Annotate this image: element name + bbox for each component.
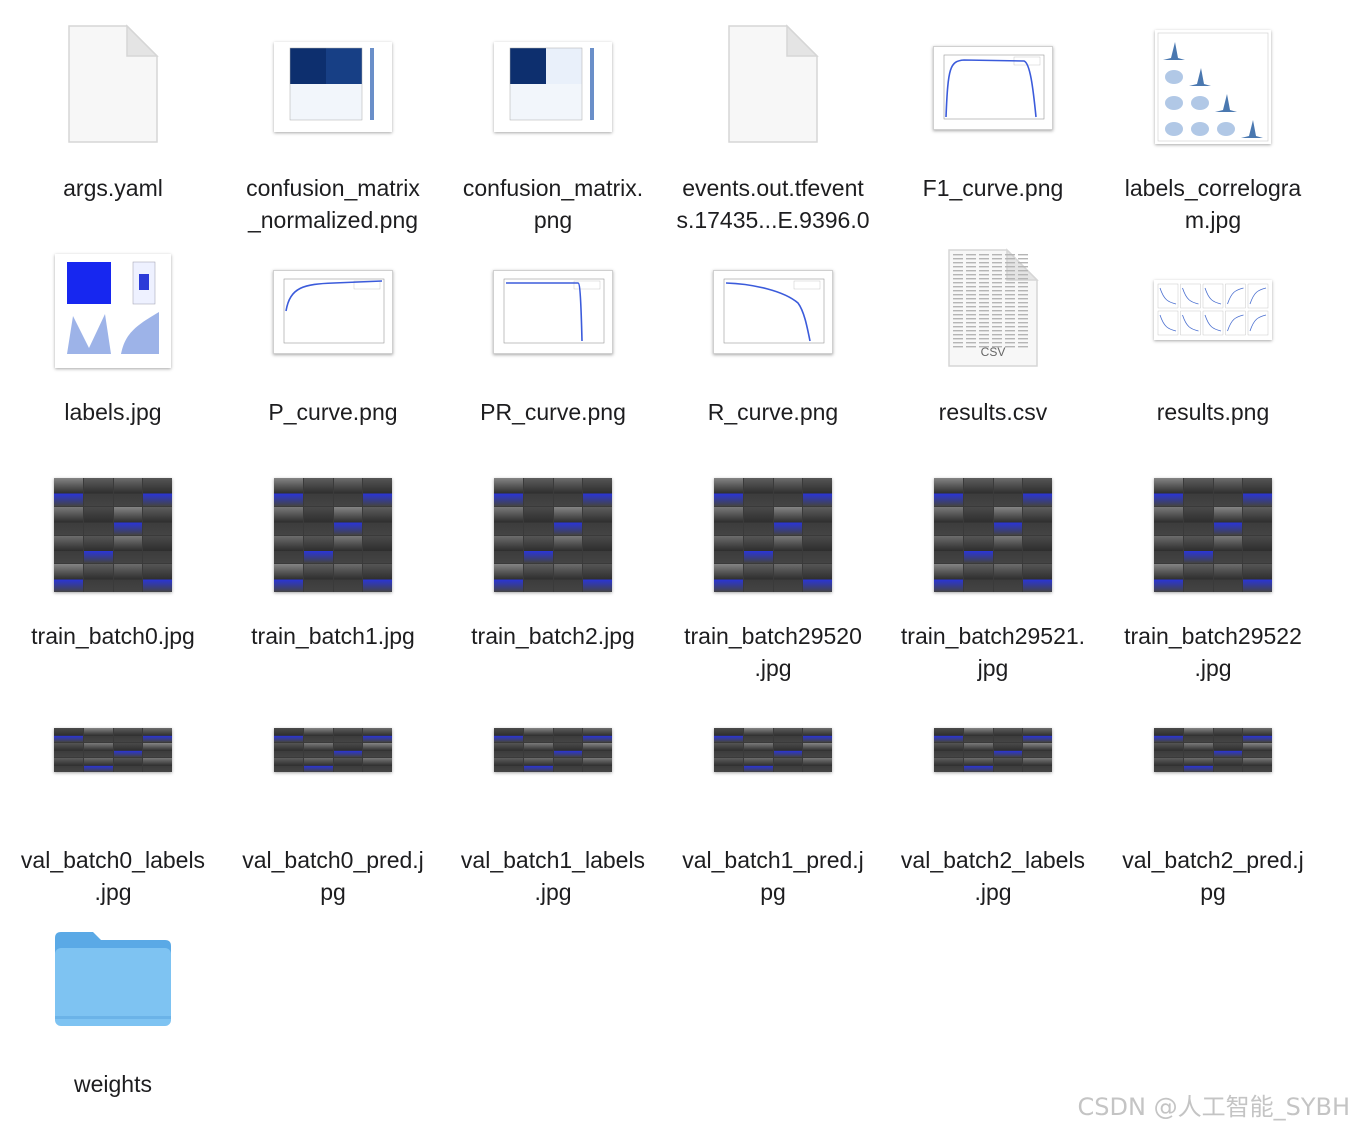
file-name-label: val_batch0_labels .jpg [20,847,206,905]
file-item[interactable]: R_curve.png [663,234,883,458]
train-batch-thumbnail [274,478,392,592]
file-item[interactable]: results.png [1103,234,1323,458]
train-batch-thumbnail [714,478,832,592]
correlogram-thumbnail [1155,30,1271,144]
file-name-label: args.yaml [63,175,163,201]
curve-plot-thumbnail [933,46,1053,130]
file-item[interactable]: val_batch0_labels .jpg [3,682,223,906]
file-name-label: PR_curve.png [480,399,626,425]
file-name-label: F1_curve.png [922,175,1064,201]
file-item[interactable]: CSV results.csv [883,234,1103,458]
file-item[interactable]: train_batch2.jpg [443,458,663,682]
folder-icon [55,932,171,1026]
file-item[interactable]: PR_curve.png [443,234,663,458]
train-batch-thumbnail [934,478,1052,592]
file-item[interactable]: val_batch1_labels .jpg [443,682,663,906]
file-item[interactable]: confusion_matrix. png [443,10,663,234]
file-name-label: results.png [1156,399,1270,425]
file-name-label: val_batch0_pred.j pg [242,847,424,905]
curve-plot-thumbnail [273,270,393,354]
file-name-label: train_batch0.jpg [31,623,195,649]
file-item[interactable]: P_curve.png [223,234,443,458]
val-batch-thumbnail [714,728,832,772]
results-plot-thumbnail [1154,280,1272,340]
train-batch-thumbnail [54,478,172,592]
file-item[interactable]: train_batch1.jpg [223,458,443,682]
file-name-label: train_batch1.jpg [251,623,415,649]
file-item[interactable]: val_batch0_pred.j pg [223,682,443,906]
document-icon [68,24,159,143]
file-name-label: val_batch1_pred.j pg [682,847,864,905]
file-item[interactable]: train_batch29522 .jpg [1103,458,1323,682]
file-name-label: P_curve.png [268,399,398,425]
file-item[interactable]: val_batch2_labels .jpg [883,682,1103,906]
file-name-label: confusion_matrix _normalized.png [246,175,420,233]
file-item[interactable]: train_batch29520 .jpg [663,458,883,682]
train-batch-thumbnail [494,478,612,592]
file-item[interactable]: val_batch1_pred.j pg [663,682,883,906]
file-name-label: labels.jpg [64,399,162,425]
file-item[interactable]: F1_curve.png [883,10,1103,234]
file-name-label: train_batch29521. jpg [900,623,1086,681]
file-item[interactable]: events.out.tfevent s.17435...E.9396.0 [663,10,883,234]
csv-file-icon: CSV [948,248,1039,367]
file-item[interactable]: train_batch0.jpg [3,458,223,682]
file-name-label: train_batch29520 .jpg [684,623,862,681]
val-batch-thumbnail [1154,728,1272,772]
watermark: CSDN @人工智能_SYBH [1077,1093,1350,1121]
file-name-label: labels_correlogra m.jpg [1124,175,1302,233]
file-name-label: val_batch2_labels .jpg [900,847,1086,905]
file-grid: args.yaml confusion_matrix _normalized.pn… [0,0,1356,1130]
folder-item[interactable]: weights [3,906,223,1130]
val-batch-thumbnail [494,728,612,772]
file-name-label: val_batch1_labels .jpg [460,847,646,905]
labels-thumbnail [55,254,171,368]
file-item[interactable]: train_batch29521. jpg [883,458,1103,682]
file-item[interactable]: confusion_matrix _normalized.png [223,10,443,234]
file-item[interactable]: labels.jpg [3,234,223,458]
file-name-label: events.out.tfevent s.17435...E.9396.0 [676,175,870,233]
confusion-matrix-thumbnail [494,42,612,132]
confusion-matrix-thumbnail [274,42,392,132]
file-name-label: train_batch29522 .jpg [1124,623,1302,681]
curve-plot-thumbnail [493,270,613,354]
file-item[interactable]: labels_correlogra m.jpg [1103,10,1323,234]
file-name-label: train_batch2.jpg [471,623,635,649]
val-batch-thumbnail [54,728,172,772]
file-name-label: weights [74,1071,152,1097]
file-name-label: results.csv [938,399,1048,425]
file-name-label: confusion_matrix. png [462,175,644,233]
file-item[interactable]: val_batch2_pred.j pg [1103,682,1323,906]
val-batch-thumbnail [274,728,392,772]
file-item[interactable]: args.yaml [3,10,223,234]
document-icon [728,24,819,143]
val-batch-thumbnail [934,728,1052,772]
train-batch-thumbnail [1154,478,1272,592]
file-name-label: val_batch2_pred.j pg [1122,847,1304,905]
file-name-label: R_curve.png [707,399,839,425]
curve-plot-thumbnail [713,270,833,354]
csv-badge: CSV [981,345,1006,359]
